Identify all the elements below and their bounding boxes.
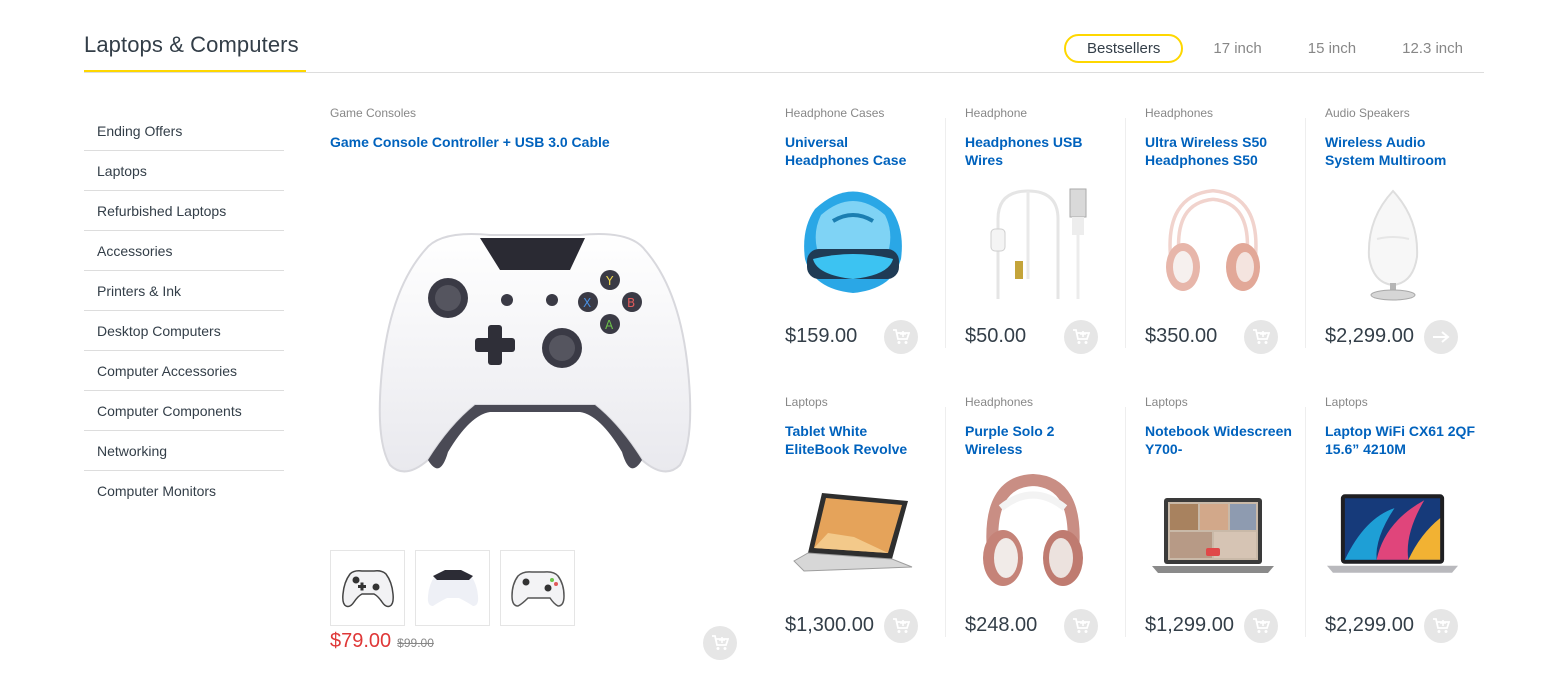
product-price: $2,299.00	[1325, 614, 1414, 636]
product-price: $1,300.00	[785, 614, 874, 636]
product-card: Headphones Purple Solo 2 Wireless $248.0…	[945, 389, 1125, 649]
add-to-cart-icon	[1252, 618, 1270, 634]
add-to-cart-button[interactable]	[884, 320, 918, 354]
controller-angle-thumb[interactable]	[500, 550, 575, 626]
sidebar-item-ending-offers[interactable]: Ending Offers	[84, 111, 284, 151]
card-divider	[1305, 407, 1306, 637]
product-title[interactable]: Wireless Audio System Multiroom	[1325, 133, 1475, 169]
product-card: Laptops Laptop WiFi CX61 2QF 15.6” 4210M…	[1305, 389, 1485, 649]
svg-text:Y: Y	[605, 274, 614, 288]
product-price: $248.00	[965, 614, 1038, 636]
product-price: $1,299.00	[1145, 614, 1234, 636]
sidebar-item-accessories[interactable]: Accessories	[84, 231, 284, 271]
sidebar-item-computer-accessories[interactable]: Computer Accessories	[84, 351, 284, 391]
tab-12-3-inch[interactable]: 12.3 inch	[1402, 40, 1463, 57]
add-to-cart-icon	[1432, 618, 1450, 634]
add-to-cart-icon	[1252, 329, 1270, 345]
product-card: Audio Speakers Wireless Audio System Mul…	[1305, 100, 1485, 360]
product-card: Headphones Ultra Wireless S50 Headphones…	[1125, 100, 1305, 360]
add-to-cart-icon	[711, 635, 729, 651]
sale-price: $79.00	[330, 630, 392, 652]
add-to-cart-button[interactable]	[1424, 609, 1458, 643]
product-category[interactable]: Game Consoles	[330, 106, 416, 120]
product-title[interactable]: Universal Headphones Case	[785, 133, 935, 169]
headphones-icon[interactable]	[1145, 174, 1280, 314]
svg-text:X: X	[583, 296, 591, 310]
product-price: $79.00 $99.00	[330, 630, 434, 653]
tab-15-inch[interactable]: 15 inch	[1308, 40, 1356, 57]
add-to-cart-button[interactable]	[1064, 609, 1098, 643]
laptop-icon[interactable]	[1325, 463, 1460, 603]
arrow-right-icon	[1432, 331, 1450, 343]
product-category[interactable]: Audio Speakers	[1325, 106, 1410, 120]
controller-front-thumb[interactable]	[330, 550, 405, 626]
featured-product: Game Consoles Game Console Controller + …	[330, 100, 738, 670]
sidebar-item-computer-components[interactable]: Computer Components	[84, 391, 284, 431]
product-category[interactable]: Headphones	[1145, 106, 1213, 120]
product-category[interactable]: Laptops	[1145, 395, 1188, 409]
product-title[interactable]: Headphones USB Wires	[965, 133, 1115, 169]
card-divider	[1125, 118, 1126, 348]
sidebar-item-computer-monitors[interactable]: Computer Monitors	[84, 471, 284, 511]
speaker-icon[interactable]	[1325, 174, 1460, 314]
sidebar-item-printers-ink[interactable]: Printers & Ink	[84, 271, 284, 311]
add-to-cart-button[interactable]	[1244, 320, 1278, 354]
headphones-icon[interactable]	[965, 463, 1100, 603]
filter-tabs: Bestsellers 17 inch 15 inch 12.3 inch	[1064, 34, 1463, 63]
header-divider	[84, 72, 1484, 73]
section-title: Laptops & Computers	[84, 32, 299, 57]
product-title[interactable]: Game Console Controller + USB 3.0 Cable	[330, 133, 730, 151]
add-to-cart-button[interactable]	[1064, 320, 1098, 354]
sidebar-item-desktop-computers[interactable]: Desktop Computers	[84, 311, 284, 351]
tab-bestsellers[interactable]: Bestsellers	[1064, 34, 1184, 63]
product-card: Headphone Cases Universal Headphones Cas…	[765, 100, 945, 360]
view-product-button[interactable]	[1424, 320, 1458, 354]
svg-text:A: A	[605, 318, 614, 332]
sidebar-item-networking[interactable]: Networking	[84, 431, 284, 471]
add-to-cart-button[interactable]	[884, 609, 918, 643]
product-card: Laptops Notebook Widescreen Y700- $1,299…	[1125, 389, 1305, 649]
product-title[interactable]: Ultra Wireless S50 Headphones S50	[1145, 133, 1295, 169]
add-to-cart-icon	[1072, 618, 1090, 634]
product-card: Laptops Tablet White EliteBook Revolve $…	[765, 389, 945, 649]
product-card: Headphone Headphones USB Wires $50.00	[945, 100, 1125, 360]
notebook-icon[interactable]	[1145, 463, 1280, 603]
add-to-cart-icon	[1072, 329, 1090, 345]
product-price: $159.00	[785, 325, 858, 347]
product-title[interactable]: Tablet White EliteBook Revolve	[785, 422, 935, 458]
product-category[interactable]: Laptops	[785, 395, 828, 409]
add-to-cart-button[interactable]	[703, 626, 737, 660]
old-price: $99.00	[397, 636, 434, 650]
card-divider	[1125, 407, 1126, 637]
tab-17-inch[interactable]: 17 inch	[1213, 40, 1261, 57]
sidebar-item-laptops[interactable]: Laptops	[84, 151, 284, 191]
category-sidebar: Ending Offers Laptops Refurbished Laptop…	[84, 111, 284, 511]
add-to-cart-icon	[892, 329, 910, 345]
product-title[interactable]: Notebook Widescreen Y700-	[1145, 422, 1295, 458]
svg-text:B: B	[627, 296, 635, 310]
product-price: $2,299.00	[1325, 325, 1414, 347]
usb-cable-icon[interactable]	[965, 174, 1100, 314]
product-price: $50.00	[965, 325, 1027, 347]
add-to-cart-button[interactable]	[1244, 609, 1278, 643]
convertible-laptop-icon[interactable]	[785, 463, 920, 603]
product-category[interactable]: Headphone Cases	[785, 106, 884, 120]
headphone-case-icon[interactable]	[785, 174, 920, 314]
sidebar-item-refurbished-laptops[interactable]: Refurbished Laptops	[84, 191, 284, 231]
product-category[interactable]: Laptops	[1325, 395, 1368, 409]
product-title[interactable]: Laptop WiFi CX61 2QF 15.6” 4210M	[1325, 422, 1475, 458]
card-divider	[945, 118, 946, 348]
product-title[interactable]: Purple Solo 2 Wireless	[965, 422, 1115, 458]
product-category[interactable]: Headphones	[965, 395, 1033, 409]
controller-back-thumb[interactable]	[415, 550, 490, 626]
card-divider	[1305, 118, 1306, 348]
add-to-cart-icon	[892, 618, 910, 634]
product-price: $350.00	[1145, 325, 1218, 347]
product-category[interactable]: Headphone	[965, 106, 1027, 120]
card-divider	[945, 407, 946, 637]
thumbnail-strip	[330, 550, 575, 626]
